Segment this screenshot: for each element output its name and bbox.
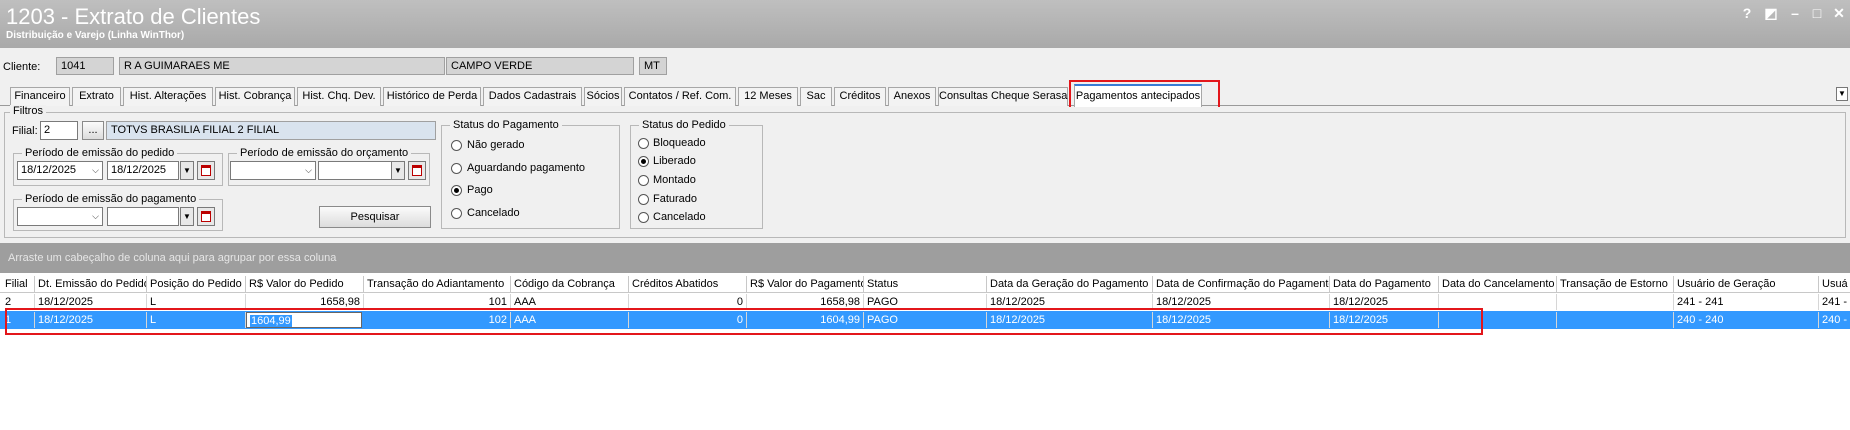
pagamento-from-date[interactable]: ⌵: [17, 207, 103, 226]
search-button[interactable]: Pesquisar: [319, 206, 431, 228]
chevron-down-icon: ⌵: [305, 165, 312, 175]
maximize-icon[interactable]: □: [1808, 4, 1826, 22]
tab-hist-cobranca[interactable]: Hist. Cobrança: [215, 87, 295, 106]
tab-extrato[interactable]: Extrato: [72, 87, 121, 106]
cell-usuario-geracao: 240 - 240: [1674, 312, 1819, 328]
tab-socios[interactable]: Sócios: [584, 87, 622, 106]
pagamento-calendar-icon[interactable]: [197, 207, 215, 226]
pagamento-period-legend: Período de emissão do pagamento: [22, 193, 200, 205]
tabs-scroll-icon[interactable]: ▼: [1836, 87, 1848, 101]
column-header[interactable]: Transação do Adiantamento: [364, 276, 511, 292]
radio-label-cancelado-pedido: Cancelado: [653, 211, 706, 223]
column-header[interactable]: Status: [864, 276, 987, 292]
radio-aguardando-pagamento[interactable]: [451, 163, 462, 174]
radio-label-pago: Pago: [467, 184, 493, 196]
tab-contatos-ref-com[interactable]: Contatos / Ref. Com.: [624, 87, 736, 106]
radio-cancelado-pedido[interactable]: [638, 212, 649, 223]
client-label: Cliente:: [3, 61, 41, 73]
pedido-to-dropdown-icon[interactable]: ▼: [180, 161, 194, 180]
tab-hist-alteracoes[interactable]: Hist. Alterações: [123, 87, 213, 106]
cell-usuario: 240 -: [1822, 314, 1848, 326]
chevron-down-icon: ⌵: [92, 165, 99, 175]
client-code-field: 1041: [56, 57, 114, 75]
client-city-field: CAMPO VERDE: [446, 57, 634, 75]
tab-anexos[interactable]: Anexos: [888, 87, 936, 106]
chevron-down-icon: ⌵: [92, 211, 99, 221]
tab-historico-de-perda[interactable]: Histórico de Perda: [383, 87, 481, 106]
column-header[interactable]: Posição do Pedido: [147, 276, 246, 292]
radio-bloqueado[interactable]: [638, 138, 649, 149]
pedido-to-date[interactable]: 18/12/2025: [107, 161, 179, 180]
radio-liberado[interactable]: [638, 156, 649, 167]
pagamento-to-date[interactable]: [107, 207, 179, 226]
filters-legend: Filtros: [10, 105, 46, 117]
column-header[interactable]: Transação de Estorno: [1557, 276, 1674, 292]
client-name-field: R A GUIMARAES ME: [119, 57, 445, 75]
column-header[interactable]: Dt. Emissão do Pedido: [35, 276, 147, 292]
filial-label: Filial:: [12, 125, 38, 137]
help-icon[interactable]: ?: [1738, 4, 1756, 22]
column-header[interactable]: Código da Cobrança: [511, 276, 629, 292]
tab-creditos[interactable]: Créditos: [834, 87, 886, 106]
orcamento-from-date[interactable]: ⌵: [230, 161, 316, 180]
column-header[interactable]: Usuá: [1819, 276, 1850, 292]
client-state-field: MT: [639, 57, 667, 75]
radio-cancelado-pagamento[interactable]: [451, 208, 462, 219]
radio-nao-gerado[interactable]: [451, 140, 462, 151]
filial-lookup-button[interactable]: ...: [82, 121, 104, 140]
tab-12-meses[interactable]: 12 Meses: [738, 87, 798, 106]
tab-dados-cadastrais[interactable]: Dados Cadastrais: [483, 87, 582, 106]
radio-label-cancelado-pagamento: Cancelado: [467, 207, 520, 219]
window-subtitle: Distribuição e Varejo (Linha WinThor): [6, 30, 185, 41]
tab-sac[interactable]: Sac: [800, 87, 832, 106]
pedido-period-legend: Período de emissão do pedido: [22, 147, 178, 159]
close-icon[interactable]: ✕: [1830, 4, 1848, 22]
radio-faturado[interactable]: [638, 194, 649, 205]
radio-label-faturado: Faturado: [653, 193, 698, 205]
pagamento-to-dropdown-icon[interactable]: ▼: [180, 207, 194, 226]
orcamento-period-legend: Período de emissão do orçamento: [237, 147, 412, 159]
group-by-hint: Arraste um cabeçalho de coluna aqui para…: [8, 252, 337, 264]
filial-name-field: TOTVS BRASILIA FILIAL 2 FILIAL: [106, 121, 436, 140]
column-header[interactable]: Data do Pagamento: [1330, 276, 1439, 292]
cell-usuario: 241 -: [1822, 296, 1848, 308]
cell-usuario-geracao: 241 - 241: [1674, 294, 1819, 310]
radio-pago[interactable]: [451, 185, 462, 196]
radio-label-nao-gerado: Não gerado: [467, 139, 525, 151]
pedido-calendar-icon[interactable]: [197, 161, 215, 180]
column-header[interactable]: Créditos Abatidos: [629, 276, 747, 292]
title-bar: [0, 0, 1850, 48]
window-title: 1203 - Extrato de Clientes: [6, 4, 261, 29]
orcamento-to-dropdown-icon[interactable]: ▼: [391, 161, 405, 180]
row-highlight-box: [5, 308, 1483, 335]
radio-label-liberado: Liberado: [653, 155, 696, 167]
tab-consultas-cheque-serasa[interactable]: Consultas Cheque Serasa: [938, 87, 1068, 106]
column-header[interactable]: Data do Cancelamento: [1439, 276, 1557, 292]
status-pagamento-legend: Status do Pagamento: [450, 119, 562, 131]
pedido-from-date[interactable]: 18/12/2025 ⌵: [17, 161, 103, 180]
orcamento-to-date[interactable]: [318, 161, 392, 180]
radio-label-montado: Montado: [653, 174, 696, 186]
column-header[interactable]: R$ Valor do Pedido: [246, 276, 364, 292]
column-header[interactable]: Filial: [2, 276, 35, 292]
radio-label-aguardando-pagamento: Aguardando pagamento: [467, 162, 586, 174]
restore-layout-icon[interactable]: ◩: [1762, 4, 1780, 22]
minimize-icon[interactable]: –: [1786, 4, 1804, 22]
status-pedido-legend: Status do Pedido: [639, 119, 729, 131]
column-header[interactable]: Usuário de Geração: [1674, 276, 1819, 292]
filial-input[interactable]: 2: [40, 121, 78, 140]
cell-transacao-estorno: [1557, 294, 1674, 310]
radio-label-bloqueado: Bloqueado: [653, 137, 706, 149]
column-header[interactable]: Data da Geração do Pagamento: [987, 276, 1153, 292]
cell-transacao-estorno: [1557, 312, 1674, 328]
column-header[interactable]: R$ Valor do Pagamento: [747, 276, 864, 292]
tab-hist-chq-dev[interactable]: Hist. Chq. Dev.: [297, 87, 381, 106]
radio-montado[interactable]: [638, 175, 649, 186]
orcamento-calendar-icon[interactable]: [408, 161, 426, 180]
tab-financeiro[interactable]: Financeiro: [10, 87, 70, 106]
column-header[interactable]: Data de Confirmação do Pagamento: [1153, 276, 1330, 292]
